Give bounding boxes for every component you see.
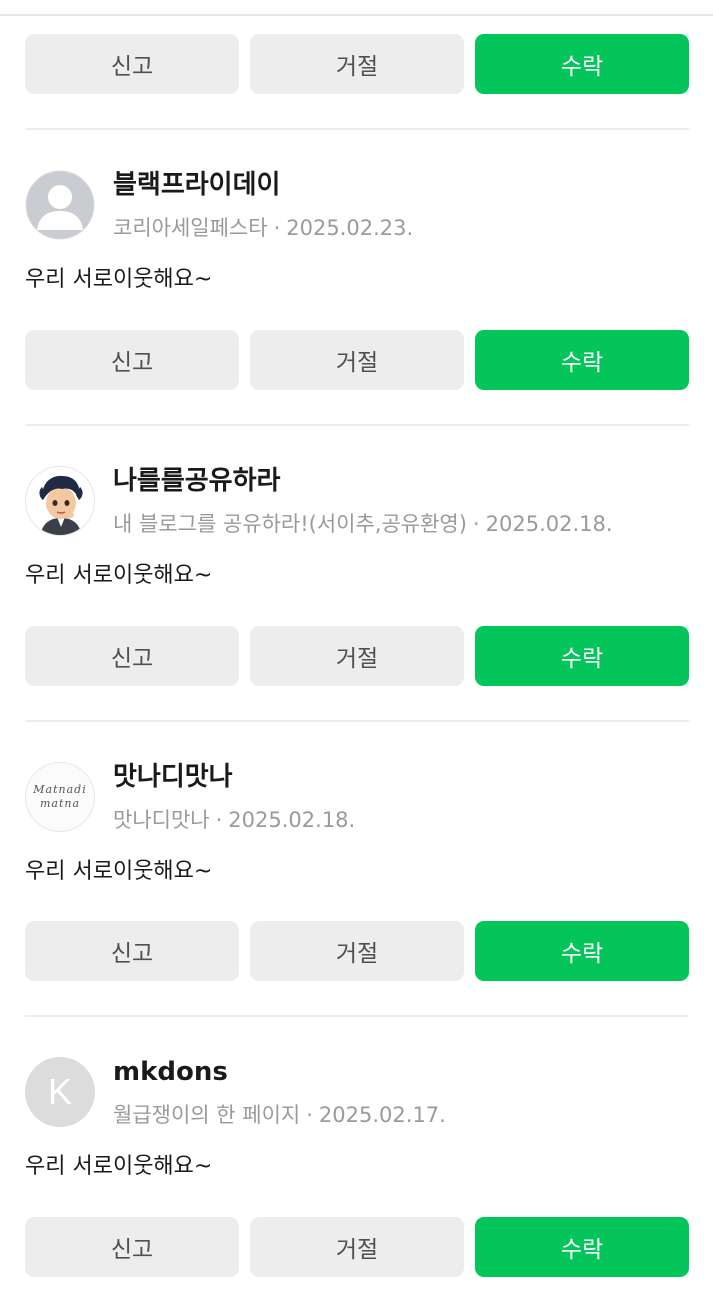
cartoon-character-icon[interactable] [25, 466, 95, 536]
separator-dot: · [215, 808, 223, 832]
avatar-logo-text: Matnadi [33, 783, 87, 796]
separator-dot: · [273, 216, 281, 240]
top-divider [0, 0, 713, 16]
button-row-3: 신고 거절 수락 [25, 921, 689, 981]
report-button[interactable]: 신고 [25, 1217, 239, 1277]
separator-dot: · [306, 1103, 313, 1127]
neighbor-name[interactable]: 맛나디맛나 [113, 760, 233, 794]
divider [25, 128, 689, 130]
button-row-2: 신고 거절 수락 [25, 626, 689, 686]
reject-button[interactable]: 거절 [250, 34, 464, 94]
reject-button[interactable]: 거절 [250, 330, 464, 390]
blog-name: 월급쟁이의 한 페이지 [113, 1103, 301, 1127]
accept-button[interactable]: 수락 [475, 34, 689, 94]
request-date: 2025.02.18. [228, 808, 356, 832]
accept-button[interactable]: 수락 [475, 330, 689, 390]
text-logo-avatar[interactable]: Matnadi matna [25, 762, 95, 832]
reject-button[interactable]: 거절 [250, 1217, 464, 1277]
neighbor-name[interactable]: 나를를공유하라 [113, 464, 280, 498]
divider [25, 1015, 689, 1017]
report-button[interactable]: 신고 [25, 330, 239, 390]
button-row-0: 신고 거절 수락 [25, 34, 689, 94]
report-button[interactable]: 신고 [25, 34, 239, 94]
request-date: 2025.02.18. [485, 512, 613, 536]
separator-dot: · [472, 512, 480, 536]
accept-button[interactable]: 수락 [475, 626, 689, 686]
default-person-icon[interactable] [25, 170, 95, 240]
report-button[interactable]: 신고 [25, 626, 239, 686]
button-row-1: 신고 거절 수락 [25, 330, 689, 390]
blog-name: 코리아세일페스타 [113, 216, 268, 240]
neighbor-name[interactable]: 블랙프라이데이 [113, 168, 280, 202]
neighbor-meta: 코리아세일페스타 · 2025.02.23. [113, 214, 413, 242]
avatar-letter: K [47, 1071, 72, 1112]
accept-button[interactable]: 수락 [475, 1217, 689, 1277]
request-message: 우리 서로이웃해요~ [25, 859, 213, 884]
request-message: 우리 서로이웃해요~ [25, 1154, 213, 1179]
request-message: 우리 서로이웃해요~ [25, 563, 213, 588]
reject-button[interactable]: 거절 [250, 921, 464, 981]
divider [25, 720, 689, 722]
request-date: 2025.02.23. [286, 216, 414, 240]
avatar-logo-text: matna [39, 797, 81, 810]
button-row-4: 신고 거절 수락 [25, 1217, 689, 1277]
neighbor-meta: 내 블로그를 공유하라!(서이추,공유환영) · 2025.02.18. [113, 510, 613, 538]
neighbor-meta: 맛나디맛나 · 2025.02.18. [113, 806, 355, 834]
report-button[interactable]: 신고 [25, 921, 239, 981]
reject-button[interactable]: 거절 [250, 626, 464, 686]
accept-button[interactable]: 수락 [475, 921, 689, 981]
divider [25, 424, 689, 426]
request-date: 2025.02.17. [318, 1103, 446, 1127]
blog-name: 내 블로그를 공유하라!(서이추,공유환영) [113, 512, 467, 536]
request-message: 우리 서로이웃해요~ [25, 267, 213, 292]
letter-avatar[interactable]: K [25, 1057, 95, 1127]
neighbor-name[interactable]: mkdons [113, 1055, 228, 1089]
blog-name: 맛나디맛나 [113, 808, 210, 832]
neighbor-meta: 월급쟁이의 한 페이지 · 2025.02.17. [113, 1101, 446, 1129]
